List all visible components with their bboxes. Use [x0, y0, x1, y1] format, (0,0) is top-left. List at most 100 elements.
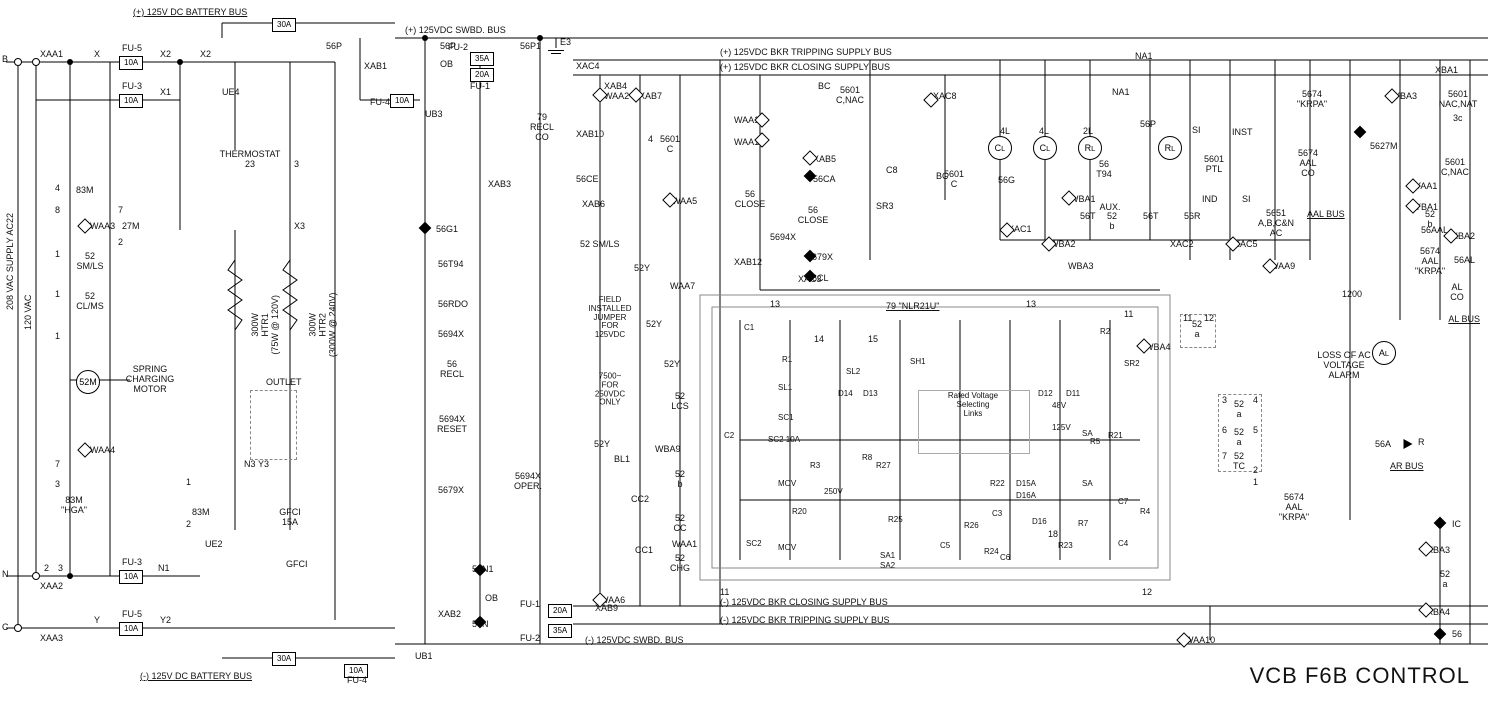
term-x: X	[94, 50, 100, 60]
ic: IC	[1452, 520, 1461, 530]
num4c: 4	[648, 135, 653, 145]
n14: 14	[814, 335, 824, 345]
term-b: B	[2, 55, 8, 65]
lbl-fu1a: FU-1	[470, 82, 490, 92]
bc: BC	[818, 82, 831, 92]
ob2: OB	[485, 594, 498, 604]
x3: X3	[294, 222, 305, 232]
y52a: 52Y	[634, 264, 650, 274]
c7: C7	[1118, 498, 1128, 507]
ln7: 7	[55, 460, 60, 470]
wba9: WBA9	[655, 445, 681, 455]
xba1: XBA1	[1435, 66, 1458, 76]
lamp-cl1-l: L	[1001, 144, 1005, 153]
lbl-fu4b: FU-4	[347, 676, 367, 686]
na1b: NA1	[1112, 88, 1130, 98]
r22: R22	[990, 480, 1005, 489]
n11c: 11	[720, 588, 729, 598]
node	[67, 59, 73, 65]
x5694: 5694X	[770, 233, 796, 243]
c1: C1	[744, 324, 754, 333]
waa3: WAA3	[90, 222, 115, 232]
ln3: 3	[55, 480, 60, 490]
htr1: 300W HTR1 (75W @ 120V)	[251, 295, 281, 355]
d14: D14	[838, 390, 853, 399]
fuse-fu5a: 10A	[119, 56, 143, 70]
ln2: 2	[118, 238, 123, 248]
m83b: 83M	[192, 508, 210, 518]
ln8: 8	[55, 206, 60, 216]
ln1d: 1	[186, 478, 191, 488]
sr2: SR2	[1124, 360, 1140, 369]
n7a: 7	[1222, 452, 1227, 462]
ln1c: 1	[55, 332, 60, 342]
c8lbl: C8	[886, 166, 898, 176]
v48: 48V	[1052, 402, 1066, 411]
r27: R27	[876, 462, 891, 471]
chg52: 52 CHG	[670, 554, 690, 574]
bus-aal: AAL BUS	[1307, 210, 1345, 220]
sc2: SC2	[746, 540, 762, 549]
smls: 52 SM/LS	[76, 252, 103, 272]
sa2b: SA2	[880, 562, 895, 571]
r25: R25	[888, 516, 903, 525]
term-y: Y	[94, 616, 100, 626]
n4a: 4	[1253, 396, 1258, 406]
r26: R26	[964, 522, 979, 531]
xaa3: XAA3	[40, 634, 63, 644]
p56a: 56P	[326, 42, 342, 52]
ln1: 1	[55, 250, 60, 260]
rdo56: 56RDO	[438, 300, 468, 310]
n6a: 6	[1222, 426, 1227, 436]
n12b: 12	[1142, 588, 1152, 598]
bus-al: AL BUS	[1448, 315, 1480, 325]
terminal	[14, 58, 22, 66]
a52aux3: 52 a	[1192, 320, 1202, 340]
ln1b: 1	[55, 290, 60, 300]
fuse-fu3b: 10A	[119, 570, 143, 584]
lbl-fu5b: FU-5	[122, 610, 142, 620]
m83: 83M	[76, 186, 94, 196]
n13: 13	[770, 300, 780, 310]
motor-52m-lbl: 52M	[79, 377, 97, 387]
ca56: 56CA	[813, 175, 836, 185]
x1: X1	[160, 88, 171, 98]
fuse-fu5b: 10A	[119, 622, 143, 636]
d13: D13	[863, 390, 878, 399]
fuse-fu3a: 10A	[119, 94, 143, 108]
term-r: R	[1418, 438, 1425, 448]
t56a: 56T	[1080, 212, 1096, 222]
l4b: 4L	[1039, 127, 1049, 137]
inst: INST	[1232, 128, 1253, 138]
n15: 15	[868, 335, 878, 345]
mov1: MOV	[778, 480, 796, 489]
b52: 52 b	[675, 470, 685, 490]
r5: R5	[1090, 438, 1100, 447]
bus-trip-pos: (+) 125VDC BKR TRIPPING SUPPLY BUS	[720, 48, 892, 58]
n11b: 11	[1124, 310, 1133, 320]
ln4: 4	[55, 184, 60, 194]
node	[177, 59, 183, 65]
node	[537, 35, 543, 41]
n3: N3	[244, 460, 256, 470]
ac3: 3c	[1453, 114, 1463, 124]
ue2: UE2	[205, 540, 223, 550]
xaa1: XAA1	[40, 50, 63, 60]
cc52: 52 CC	[674, 514, 687, 534]
gfci15: GFCI 15A	[279, 508, 301, 528]
ce56: 56CE	[576, 175, 599, 185]
term-c: C	[2, 623, 9, 633]
bl1: BL1	[614, 455, 630, 465]
reset5694: 5694X RESET	[437, 415, 467, 435]
close56: 56 CLOSE	[735, 190, 766, 210]
recl56: 56 RECL	[440, 360, 464, 380]
si: SI	[1242, 195, 1251, 205]
a56: 56A	[1375, 440, 1391, 450]
bus-close-pos: (+) 125VDC BKR CLOSING SUPPLY BUS	[720, 63, 890, 73]
fuse-fu1b: 20A	[548, 604, 572, 618]
lamp-rl1: RL	[1078, 136, 1102, 160]
r20: R20	[792, 508, 807, 517]
node	[67, 573, 73, 579]
sl1: SL1	[778, 384, 792, 393]
sh1: SH1	[910, 358, 926, 367]
